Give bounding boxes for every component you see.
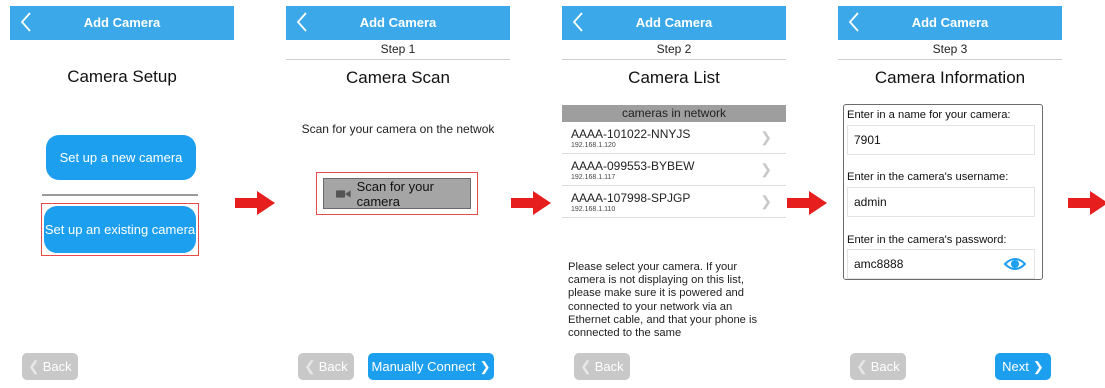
- red-arrow-icon: [235, 191, 275, 215]
- divider: [286, 59, 510, 60]
- screen-camera-scan: Add Camera Step 1 Camera Scan Scan for y…: [286, 6, 510, 388]
- chevron-right-icon: ❯: [760, 161, 772, 177]
- nav-bar: Add Camera: [10, 6, 234, 40]
- next-label: Next: [1002, 359, 1029, 374]
- eye-icon[interactable]: [1004, 254, 1026, 274]
- camera-name: AAAA-107998-SPJGP: [571, 191, 691, 205]
- back-chevron-icon: ❮: [304, 358, 316, 374]
- manually-connect-label: Manually Connect: [371, 359, 476, 374]
- username-field[interactable]: admin: [847, 187, 1035, 217]
- nav-title: Add Camera: [635, 15, 713, 30]
- back-chevron-icon: ❮: [580, 358, 592, 374]
- chevron-right-icon: ❯: [1032, 358, 1044, 374]
- camera-ip: 192.168.1.117: [571, 174, 616, 181]
- nav-title: Add Camera: [359, 15, 437, 30]
- screen-camera-list: Add Camera Step 2 Camera List cameras in…: [562, 6, 786, 388]
- camera-ip: 192.168.1.120: [571, 142, 616, 149]
- chevron-right-icon: ❯: [760, 129, 772, 145]
- camera-row[interactable]: AAAA-107998-SPJGP 192.168.1.110 ❯: [562, 187, 786, 218]
- back-chevron-icon: ❮: [856, 358, 868, 374]
- new-camera-button[interactable]: Set up a new camera: [46, 135, 196, 180]
- manually-connect-button[interactable]: Manually Connect ❯: [368, 353, 494, 380]
- divider: [562, 59, 786, 60]
- list-header: cameras in network: [562, 105, 786, 122]
- password-field-label: Enter in the camera's password:: [847, 234, 1007, 246]
- camera-name: AAAA-099553-BYBEW: [571, 159, 695, 173]
- red-arrow-icon: [787, 191, 827, 215]
- scan-button[interactable]: Scan for your camera: [323, 178, 471, 209]
- page-title: Camera Scan: [346, 68, 450, 87]
- back-label: Back: [318, 359, 348, 374]
- chevron-right-icon: ❯: [479, 358, 491, 374]
- camera-ip: 192.168.1.110: [571, 206, 616, 213]
- nav-bar: Add Camera: [562, 6, 786, 40]
- red-arrow-icon: [511, 191, 551, 215]
- scan-label: Scan for your camera: [356, 178, 434, 209]
- step-label: Step 1: [380, 42, 416, 56]
- back-button[interactable]: ❮ Back: [850, 353, 906, 380]
- divider: [42, 194, 198, 196]
- back-label: Back: [42, 359, 72, 374]
- step-label: Step 2: [656, 42, 692, 56]
- back-label: Back: [594, 359, 624, 374]
- page-title: Camera Setup: [67, 67, 177, 86]
- red-arrow-icon: [1068, 191, 1105, 215]
- camera-info-form: Enter in a name for your camera: 7901 En…: [843, 104, 1043, 280]
- back-button[interactable]: ❮ Back: [22, 353, 78, 380]
- back-chevron-icon: ❮: [28, 358, 40, 374]
- next-button[interactable]: Next ❯: [995, 353, 1051, 380]
- nav-bar: Add Camera: [286, 6, 510, 40]
- help-text: Please select your camera. If your camer…: [568, 261, 758, 340]
- nav-bar: Add Camera: [838, 6, 1062, 40]
- back-button[interactable]: ❮ Back: [298, 353, 354, 380]
- back-label: Back: [870, 359, 900, 374]
- back-button[interactable]: ❮ Back: [574, 353, 630, 380]
- page-title: Camera List: [628, 68, 720, 87]
- camera-row[interactable]: AAAA-101022-NNYJS 192.168.1.120 ❯: [562, 123, 786, 154]
- existing-camera-button[interactable]: Set up an existing camera: [44, 206, 196, 253]
- name-field-label: Enter in a name for your camera:: [847, 109, 1011, 121]
- screen-camera-information: Add Camera Step 3 Camera Information Ent…: [838, 6, 1062, 388]
- page-title: Camera Information: [874, 68, 1026, 87]
- camera-name-field[interactable]: 7901: [847, 125, 1035, 155]
- screen-camera-setup: Add Camera Camera Setup Set up a new cam…: [10, 6, 234, 388]
- nav-title: Add Camera: [911, 15, 989, 30]
- camera-name-value: 7901: [854, 133, 881, 147]
- scan-instruction: Scan for your camera on the netwok: [301, 122, 495, 136]
- nav-title: Add Camera: [83, 15, 161, 30]
- password-value: amc8888: [854, 257, 904, 271]
- camera-row[interactable]: AAAA-099553-BYBEW 192.168.1.117 ❯: [562, 155, 786, 186]
- username-value: admin: [854, 195, 887, 209]
- username-field-label: Enter in the camera's username:: [847, 171, 1009, 183]
- camera-name: AAAA-101022-NNYJS: [571, 127, 691, 141]
- divider: [838, 59, 1062, 60]
- chevron-right-icon: ❯: [760, 193, 772, 209]
- step-label: Step 3: [932, 42, 968, 56]
- camera-icon: [336, 189, 351, 198]
- password-field[interactable]: amc8888: [847, 249, 1035, 279]
